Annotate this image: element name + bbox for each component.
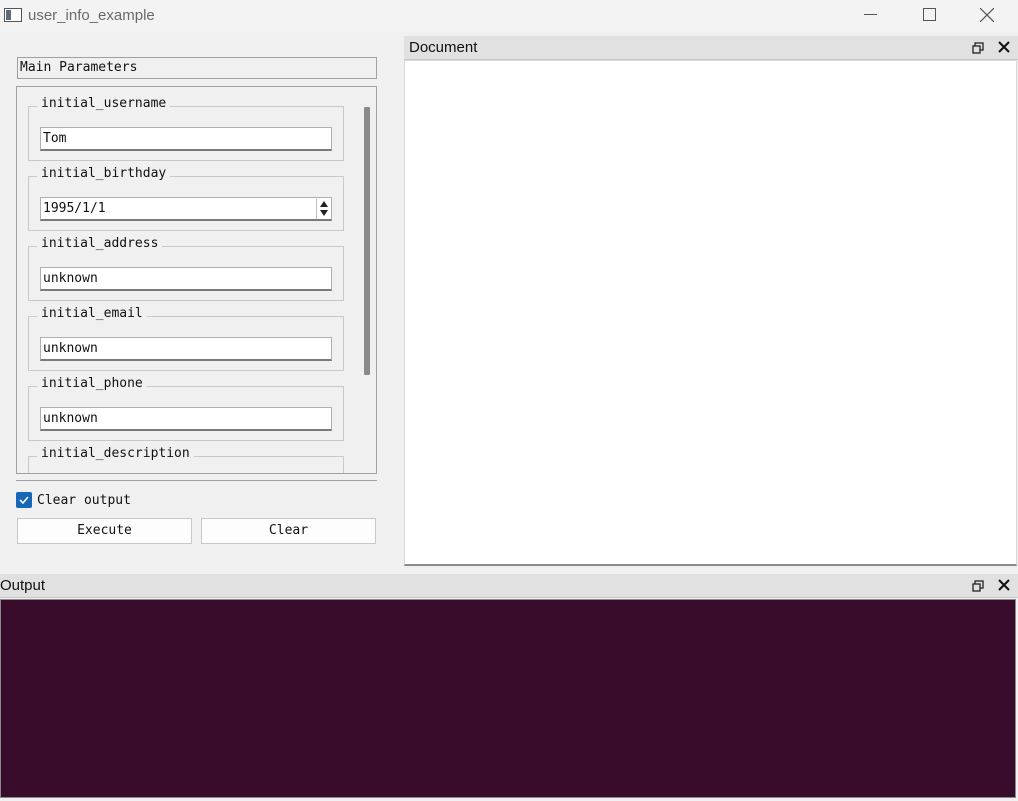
username-field[interactable]: Tom xyxy=(40,127,332,151)
group-label: initial_description xyxy=(37,446,194,461)
group-label: initial_username xyxy=(37,96,171,111)
document-area[interactable] xyxy=(404,60,1017,566)
close-icon[interactable] xyxy=(998,41,1010,53)
phone-field[interactable]: unknown xyxy=(40,407,332,431)
group-label: initial_phone xyxy=(37,376,147,391)
check-icon xyxy=(19,496,29,505)
group-label: initial_birthday xyxy=(37,166,171,181)
maximize-button[interactable] xyxy=(900,0,958,30)
group-initial-birthday: initial_birthday 1995/1/1 xyxy=(28,166,344,231)
group-label: initial_email xyxy=(37,306,147,321)
app-icon xyxy=(4,8,22,22)
email-field[interactable]: unknown xyxy=(40,337,332,361)
minimize-button[interactable] xyxy=(842,0,900,30)
group-initial-email: initial_email unknown xyxy=(28,306,344,371)
close-button[interactable] xyxy=(958,0,1016,30)
document-title: Document xyxy=(409,39,478,56)
spin-up-icon[interactable] xyxy=(320,201,328,207)
clear-output-label[interactable]: Clear output xyxy=(37,493,131,508)
clear-output-checkbox[interactable] xyxy=(16,492,32,508)
execute-button[interactable]: Execute xyxy=(17,518,192,544)
group-initial-phone: initial_phone unknown xyxy=(28,376,344,441)
output-title: Output xyxy=(0,577,46,594)
document-dock-title[interactable]: Document xyxy=(404,36,1018,60)
spin-down-icon[interactable] xyxy=(320,210,328,216)
birthday-value: 1995/1/1 xyxy=(43,201,106,216)
separator xyxy=(16,480,377,481)
vertical-scrollbar[interactable] xyxy=(364,107,370,375)
date-spinner[interactable] xyxy=(316,199,330,219)
float-icon[interactable] xyxy=(972,580,984,592)
output-dock-title[interactable]: Output xyxy=(0,574,1018,598)
group-initial-description: initial_description xyxy=(28,446,344,473)
group-initial-address: initial_address unknown xyxy=(28,236,344,301)
group-initial-username: initial_username Tom xyxy=(28,96,344,161)
output-console[interactable] xyxy=(0,599,1016,798)
group-label: initial_address xyxy=(37,236,163,251)
clear-button[interactable]: Clear xyxy=(201,518,376,544)
title-bar: user_info_example xyxy=(0,0,1018,32)
close-icon xyxy=(980,8,994,22)
parameters-scroll-area[interactable]: initial_username Tom initial_birthday 19… xyxy=(16,86,377,474)
close-icon[interactable] xyxy=(998,579,1010,591)
main-parameters-header[interactable]: Main Parameters xyxy=(17,57,377,79)
window-title: user_info_example xyxy=(28,7,155,24)
birthday-field[interactable]: 1995/1/1 xyxy=(40,197,332,221)
float-icon[interactable] xyxy=(972,42,984,54)
address-field[interactable]: unknown xyxy=(40,267,332,291)
